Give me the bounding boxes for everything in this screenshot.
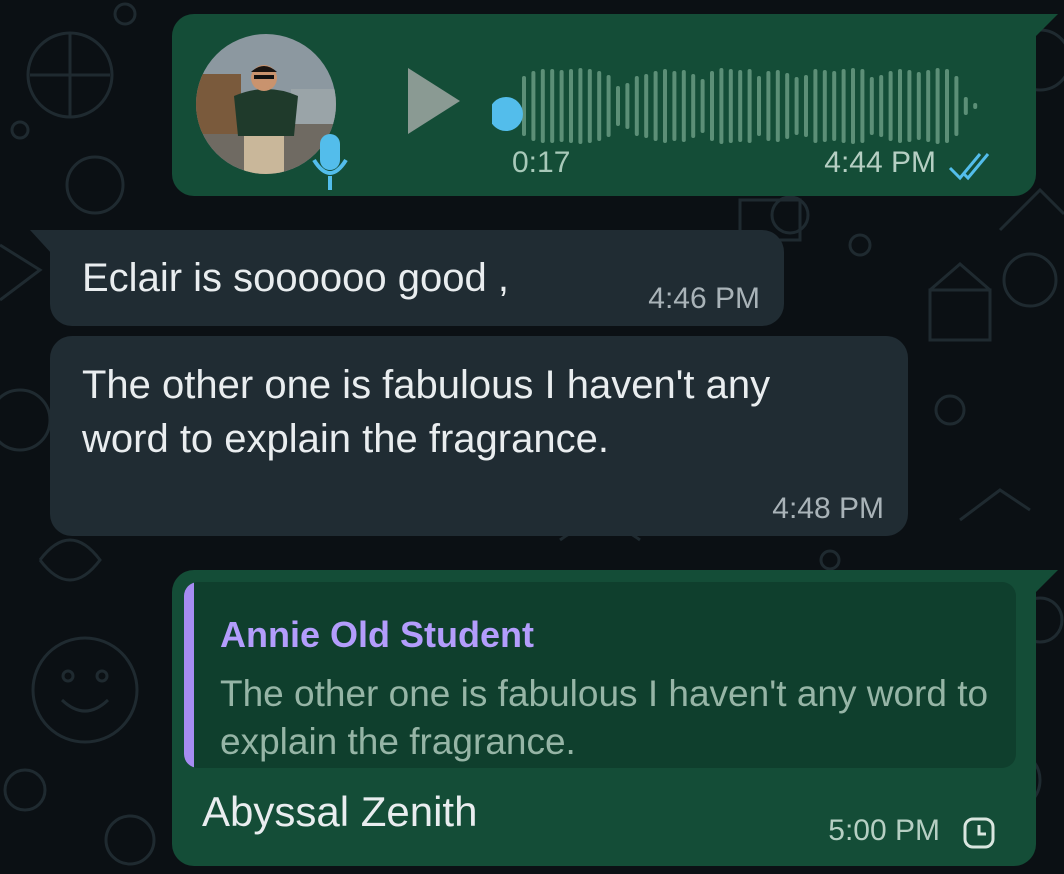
waveform-bar bbox=[644, 74, 649, 138]
waveform-bar bbox=[888, 71, 893, 141]
waveform-bar bbox=[606, 75, 611, 137]
double-check-read-icon bbox=[948, 153, 990, 181]
waveform-bar bbox=[700, 79, 705, 133]
waveform-bar bbox=[634, 76, 639, 136]
waveform-bar bbox=[522, 76, 526, 136]
waveform-bar bbox=[550, 69, 555, 143]
waveform-bar bbox=[813, 69, 818, 143]
waveform-bar bbox=[954, 76, 959, 136]
audio-waveform-slider[interactable] bbox=[492, 58, 982, 154]
waveform-bar bbox=[616, 86, 620, 126]
quoted-author: Annie Old Student bbox=[220, 614, 534, 655]
waveform-bar bbox=[559, 70, 564, 142]
microphone-icon bbox=[312, 134, 348, 190]
waveform-bar bbox=[653, 71, 658, 141]
waveform-bar bbox=[973, 103, 978, 109]
waveform-bar bbox=[672, 71, 677, 141]
waveform-bar bbox=[794, 77, 799, 135]
voice-duration: 0:17 bbox=[512, 146, 571, 179]
message-time: 4:48 PM bbox=[772, 492, 884, 525]
message-time: 4:46 PM bbox=[648, 282, 760, 315]
clock-pending-icon bbox=[963, 817, 995, 849]
waveform-bar bbox=[822, 70, 827, 142]
waveform-bar bbox=[738, 70, 743, 142]
waveform-bar bbox=[757, 76, 761, 136]
waveform-bar bbox=[926, 70, 931, 142]
waveform-bar bbox=[869, 77, 874, 135]
message-time: 5:00 PM bbox=[828, 814, 940, 847]
waveform-bar bbox=[747, 69, 752, 143]
waveform-bar bbox=[625, 83, 630, 129]
waveform-bar bbox=[945, 69, 949, 143]
waveform-bar bbox=[935, 68, 940, 144]
incoming-message-bubble[interactable]: Eclair is soooooo good , 4:46 PM bbox=[30, 230, 784, 326]
voice-message-bubble[interactable]: 0:17 4:44 PM bbox=[172, 14, 1058, 196]
waveform-bar bbox=[569, 69, 573, 143]
waveform-bar bbox=[597, 71, 602, 141]
playhead-handle bbox=[492, 97, 523, 131]
waveform-bar bbox=[710, 71, 714, 141]
waveform-bar bbox=[540, 69, 545, 143]
waveform-bar bbox=[841, 69, 846, 143]
waveform-bar bbox=[804, 75, 808, 137]
message-text: Eclair is soooooo good , bbox=[82, 256, 509, 300]
bubble-tail bbox=[1034, 14, 1058, 38]
waveform-bar bbox=[898, 69, 902, 143]
waveform-bar bbox=[766, 71, 771, 141]
waveform-bar bbox=[832, 71, 837, 141]
quoted-text: The other one is fabulous I haven't any … bbox=[220, 673, 989, 762]
quoted-message[interactable]: Annie Old Student The other one is fabul… bbox=[184, 582, 1016, 768]
waveform-bar bbox=[851, 68, 855, 144]
incoming-message-bubble[interactable]: The other one is fabulous I haven't any … bbox=[50, 336, 908, 536]
bubble-tail bbox=[30, 230, 52, 254]
waveform-bar bbox=[907, 70, 912, 142]
waveform-bar bbox=[691, 74, 696, 138]
play-icon[interactable] bbox=[404, 66, 462, 136]
waveform-bar bbox=[728, 69, 733, 143]
waveform-bar bbox=[785, 73, 790, 139]
waveform-bar bbox=[531, 71, 536, 141]
waveform-bar bbox=[916, 72, 921, 140]
waveform-bar bbox=[587, 69, 592, 143]
waveform-bar bbox=[663, 69, 667, 143]
message-time: 4:44 PM bbox=[824, 146, 936, 179]
waveform-bar bbox=[775, 70, 780, 142]
outgoing-reply-bubble[interactable]: Annie Old Student The other one is fabul… bbox=[172, 570, 1058, 866]
quote-bar bbox=[184, 582, 194, 768]
waveform-bar bbox=[578, 68, 583, 144]
waveform-bar bbox=[879, 75, 884, 137]
waveform-bar bbox=[681, 70, 686, 142]
waveform-bar bbox=[860, 69, 865, 143]
waveform-bar bbox=[963, 97, 968, 115]
waveform-bar bbox=[719, 68, 724, 144]
message-text: Abyssal Zenith bbox=[202, 788, 478, 835]
message-text: The other one is fabulous I haven't any … bbox=[82, 363, 771, 461]
bubble-tail bbox=[1034, 570, 1058, 594]
